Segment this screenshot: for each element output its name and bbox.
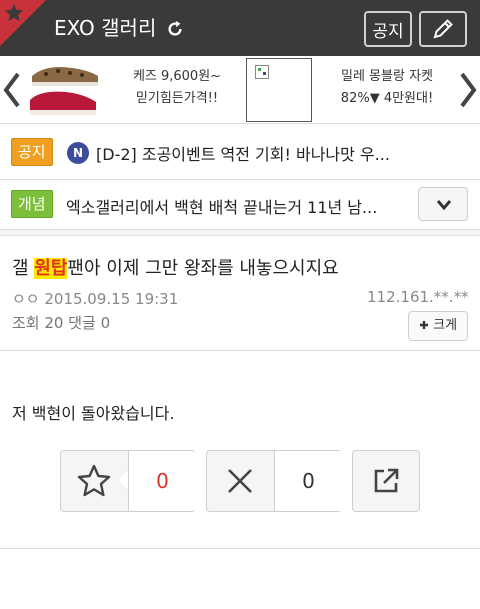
enlarge-text-button[interactable]: 크게 [408,311,468,341]
star-icon[interactable] [3,2,25,24]
post-stats: 조회 20 댓글 0 [12,314,111,332]
recommend-count: 0 [128,451,196,511]
notice-tag: 공지 [11,138,53,166]
notice-row[interactable]: 공지 N [D-2] 조공이벤트 역전 기회! 바나나맛 우... [0,124,480,180]
section-separator [0,230,480,236]
pencil-icon [433,19,453,39]
ad-banner[interactable]: 케즈 9,600원~ 믿기힘든가격!! 밀레 몽블랑 자켓 82%▼ 4만원대! [0,56,480,124]
broken-image-icon [255,65,269,79]
gallery-title: EXO 갤러리 [54,16,157,40]
shoes-image [30,67,98,115]
post-ip: 112.161.**.** [367,288,469,306]
ad-left-line1: 케즈 9,600원~ [132,69,222,84]
footer-divider [0,548,480,549]
header-divider [0,350,480,351]
post-title-highlight: 원탑 [34,258,68,279]
post-title: 갤 원탑팬아 이제 그만 왕좌를 내놓으시지요 [12,254,339,280]
ad-right-text[interactable]: 밀레 몽블랑 자켓 82%▼ 4만원대! [318,66,456,110]
concept-tag: 개념 [11,190,53,218]
write-button[interactable] [419,11,467,47]
share-button[interactable] [353,451,419,511]
not-recommend-count: 0 [274,451,342,511]
ad-image-placeholder[interactable] [246,58,312,122]
not-recommend-button[interactable] [207,451,273,511]
recommend-group: 0 [60,450,196,512]
post-title-prefix: 갤 [12,258,35,279]
post-title-rest: 팬아 이제 그만 왕좌를 내놓으시지요 [67,258,339,279]
post-body: 저 백현이 돌아왔습니다. [12,404,175,423]
not-recommend-group: 0 [206,450,342,512]
ad-left-text[interactable]: 케즈 9,600원~ 믿기힘든가격!! [118,66,236,110]
expand-button[interactable] [418,187,468,221]
x-icon [228,469,252,493]
refresh-icon[interactable] [166,20,184,38]
recommend-button[interactable] [61,451,127,511]
notice-button[interactable]: 공지 [364,11,412,47]
share-group [352,450,420,512]
post-author-date: ㅇㅇ 2015.09.15 19:31 [12,290,179,308]
ad-left-line2: 믿기힘든가격!! [135,91,219,106]
chevron-left-icon[interactable] [0,70,24,110]
chevron-down-icon [436,200,452,211]
notice-text[interactable]: [D-2] 조공이벤트 역전 기회! 바나나맛 우... [96,141,466,165]
star-icon [77,464,111,497]
share-icon [374,468,399,493]
app-header: EXO 갤러리 공지 [0,0,480,56]
ad-right-line2: 82%▼ 4만원대! [340,91,434,106]
concept-text[interactable]: 엑소갤러리에서 백현 배척 끝내는거 11년 남... [66,194,406,218]
ad-right-line1: 밀레 몽블랑 자켓 [341,69,433,84]
chevron-right-icon[interactable] [456,70,480,110]
new-badge: N [67,142,89,164]
plus-icon [419,321,428,329]
concept-row[interactable]: 개념 엑소갤러리에서 백현 배척 끝내는거 11년 남... [0,180,480,230]
enlarge-text-label: 크게 [433,318,458,333]
